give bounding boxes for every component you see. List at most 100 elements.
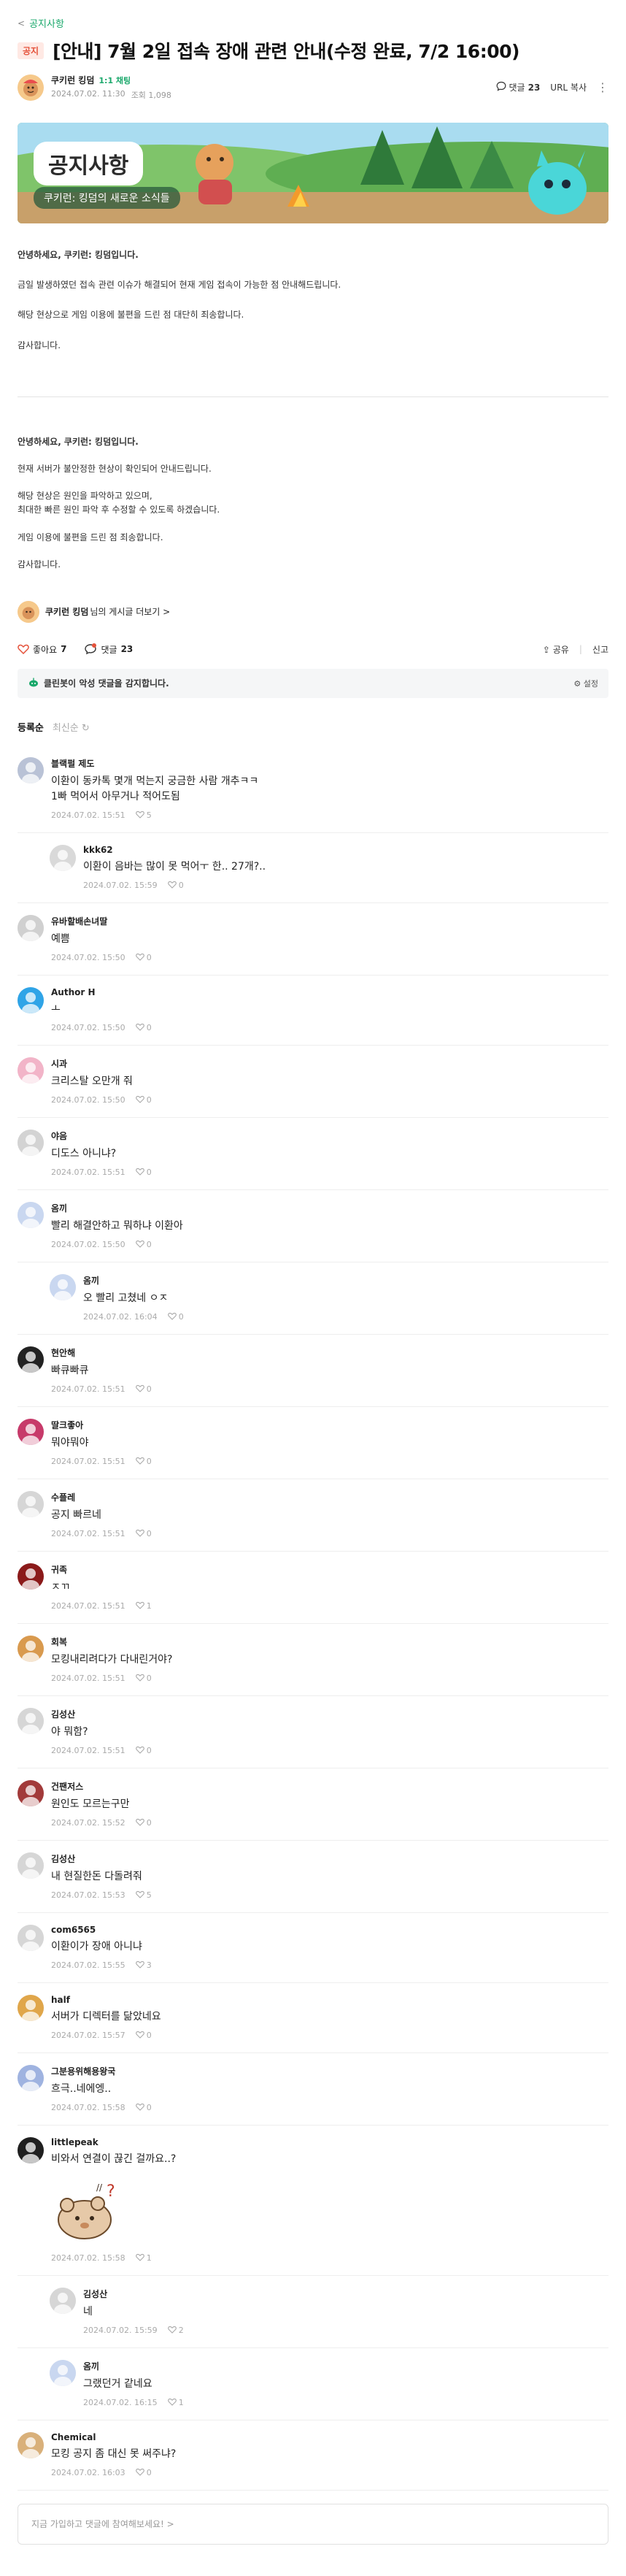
report-button[interactable]: 신고 xyxy=(592,643,608,656)
comment-author[interactable]: 옴끼 xyxy=(83,2360,608,2372)
comment-author[interactable]: 옴끼 xyxy=(51,1202,608,1214)
more-options-icon[interactable]: ⋮ xyxy=(597,80,608,94)
avatar[interactable] xyxy=(18,1994,44,2021)
comment-author[interactable]: 그분용위해용왕국 xyxy=(51,2065,608,2077)
comment-author[interactable]: 블랙펄 제도 xyxy=(51,757,608,770)
avatar[interactable] xyxy=(18,2064,44,2091)
more-posts-link[interactable]: 쿠키런 킹덤 님의 게시글 더보기 > xyxy=(18,600,608,623)
comment-author[interactable]: 옴끼 xyxy=(83,1274,608,1287)
comment-write-box[interactable]: 지금 가입하고 댓글에 참여해보세요! > xyxy=(18,2503,608,2545)
comment-author[interactable]: 건팬저스 xyxy=(51,1780,608,1793)
comment-date: 2024.07.02. 15:51 xyxy=(51,1746,125,1756)
comment-like-button[interactable]: 0 xyxy=(135,1023,152,1033)
url-copy-button[interactable]: URL 복사 xyxy=(550,81,587,93)
avatar[interactable] xyxy=(18,1779,44,1806)
comment-like-button[interactable]: 0 xyxy=(135,1529,152,1539)
greeting-1: 안녕하세요, 쿠키런: 킹덤입니다. xyxy=(18,250,139,260)
settings-label: 설정 xyxy=(583,678,598,689)
avatar[interactable] xyxy=(50,2359,76,2386)
comment-like-count: 1 xyxy=(146,2253,152,2263)
avatar[interactable] xyxy=(18,2431,44,2458)
heart-icon xyxy=(18,644,29,655)
comment-like-button[interactable]: 0 xyxy=(135,1818,152,1828)
comment-like-button[interactable]: 1 xyxy=(135,1601,152,1611)
comment-like-button[interactable]: 0 xyxy=(135,1746,152,1756)
comment-like-count: 0 xyxy=(178,881,184,891)
sort-latest[interactable]: 최신순 ↻ xyxy=(53,720,90,734)
comment-like-button[interactable]: 0 xyxy=(135,1240,152,1250)
comment-like-button[interactable]: 1 xyxy=(135,2253,152,2263)
comment-author[interactable]: 딸크좋아 xyxy=(51,1419,608,1431)
avatar[interactable] xyxy=(18,1490,44,1517)
share-button[interactable]: ⇪ 공유 xyxy=(543,643,569,656)
comment-author[interactable]: 유바할배손녀딸 xyxy=(51,915,608,927)
comment-like-button[interactable]: 1 xyxy=(167,2398,184,2408)
comment-author[interactable]: 김성산 xyxy=(51,1708,608,1720)
comment-author[interactable]: littlepeak xyxy=(51,2137,608,2147)
comment-like-button[interactable]: 0 xyxy=(135,1384,152,1395)
comment-count: 23 xyxy=(120,644,134,655)
avatar[interactable] xyxy=(50,844,76,871)
comment-like-button[interactable]: 0 xyxy=(135,2103,152,2113)
comment-like-button[interactable]: 0 xyxy=(167,1312,184,1322)
comment-button[interactable]: 댓글 23 xyxy=(84,643,133,656)
avatar[interactable] xyxy=(18,1057,44,1084)
breadcrumb-label[interactable]: 공지사항 xyxy=(29,16,64,30)
chat-link[interactable]: 1:1 채팅 xyxy=(98,74,131,86)
comment-author[interactable]: Author H xyxy=(51,987,608,997)
comment-like-button[interactable]: 0 xyxy=(135,1168,152,1178)
comment-like-count: 0 xyxy=(146,2103,152,2113)
comment-like-button[interactable]: 0 xyxy=(135,1095,152,1105)
avatar[interactable] xyxy=(18,1924,44,1951)
author-name[interactable]: 쿠키런 킹덤 xyxy=(51,74,94,86)
sort-registered[interactable]: 등록순 xyxy=(18,720,44,734)
comment-author[interactable]: 수플레 xyxy=(51,1491,608,1503)
comment-author[interactable]: kkk62 xyxy=(83,845,608,855)
avatar[interactable] xyxy=(50,1273,76,1300)
comment-like-count: 0 xyxy=(178,1312,184,1322)
avatar[interactable] xyxy=(18,1418,44,1445)
greeting-2: 안녕하세요, 쿠키런: 킹덤입니다. xyxy=(18,436,139,447)
avatar[interactable] xyxy=(50,2287,76,2314)
comment-like-button[interactable]: 0 xyxy=(135,1457,152,1467)
avatar[interactable] xyxy=(18,1635,44,1662)
avatar[interactable] xyxy=(18,1852,44,1879)
comment-like-button[interactable]: 0 xyxy=(135,953,152,963)
comment-author[interactable]: com6565 xyxy=(51,1925,608,1935)
comment-text: 오 빨리 고쳤네 ㅇㅈ xyxy=(83,1292,169,1304)
comment-like-button[interactable]: 5 xyxy=(135,810,152,821)
comment-author[interactable]: 귀족 xyxy=(51,1563,608,1576)
avatar[interactable] xyxy=(18,914,44,941)
avatar[interactable] xyxy=(18,74,44,101)
comment-author[interactable]: 회복 xyxy=(51,1636,608,1648)
comment-author[interactable]: Chemical xyxy=(51,2432,608,2442)
cleanbot-settings-button[interactable]: ⚙ 설정 xyxy=(573,678,598,689)
avatar[interactable] xyxy=(18,756,44,783)
avatar[interactable] xyxy=(18,1346,44,1373)
comment-like-button[interactable]: 0 xyxy=(135,2031,152,2041)
comment-like-button[interactable]: 2 xyxy=(167,2326,184,2336)
comment-text: 예쁨 xyxy=(51,932,70,945)
avatar[interactable] xyxy=(18,986,44,1013)
like-button[interactable]: 좋아요 7 xyxy=(18,643,66,656)
comment-author[interactable]: 야음 xyxy=(51,1130,608,1142)
comment-author[interactable]: 김성산 xyxy=(51,1852,608,1865)
comment-item: com6565 이환이가 장애 아니냐 2024.07.02. 15:55 3 xyxy=(18,1913,608,1983)
comment-author[interactable]: 시과 xyxy=(51,1057,608,1070)
avatar[interactable] xyxy=(18,2136,44,2163)
comment-like-button[interactable]: 0 xyxy=(167,881,184,891)
avatar[interactable] xyxy=(18,1563,44,1590)
comment-like-button[interactable]: 0 xyxy=(135,1674,152,1684)
comment-like-button[interactable]: 0 xyxy=(135,2468,152,2478)
comment-like-button[interactable]: 3 xyxy=(135,1960,152,1971)
avatar[interactable] xyxy=(18,1707,44,1734)
comment-like-button[interactable]: 5 xyxy=(135,1890,152,1901)
comment-author[interactable]: 김성산 xyxy=(83,2288,608,2300)
avatar[interactable] xyxy=(18,1201,44,1228)
comment-author[interactable]: half xyxy=(51,1995,608,2005)
comment-author[interactable]: 현안해 xyxy=(51,1346,608,1359)
comment-count-link[interactable]: 댓글 23 xyxy=(496,81,540,93)
avatar[interactable] xyxy=(18,1129,44,1156)
avatar xyxy=(18,600,39,623)
breadcrumb[interactable]: < 공지사항 xyxy=(18,16,608,31)
